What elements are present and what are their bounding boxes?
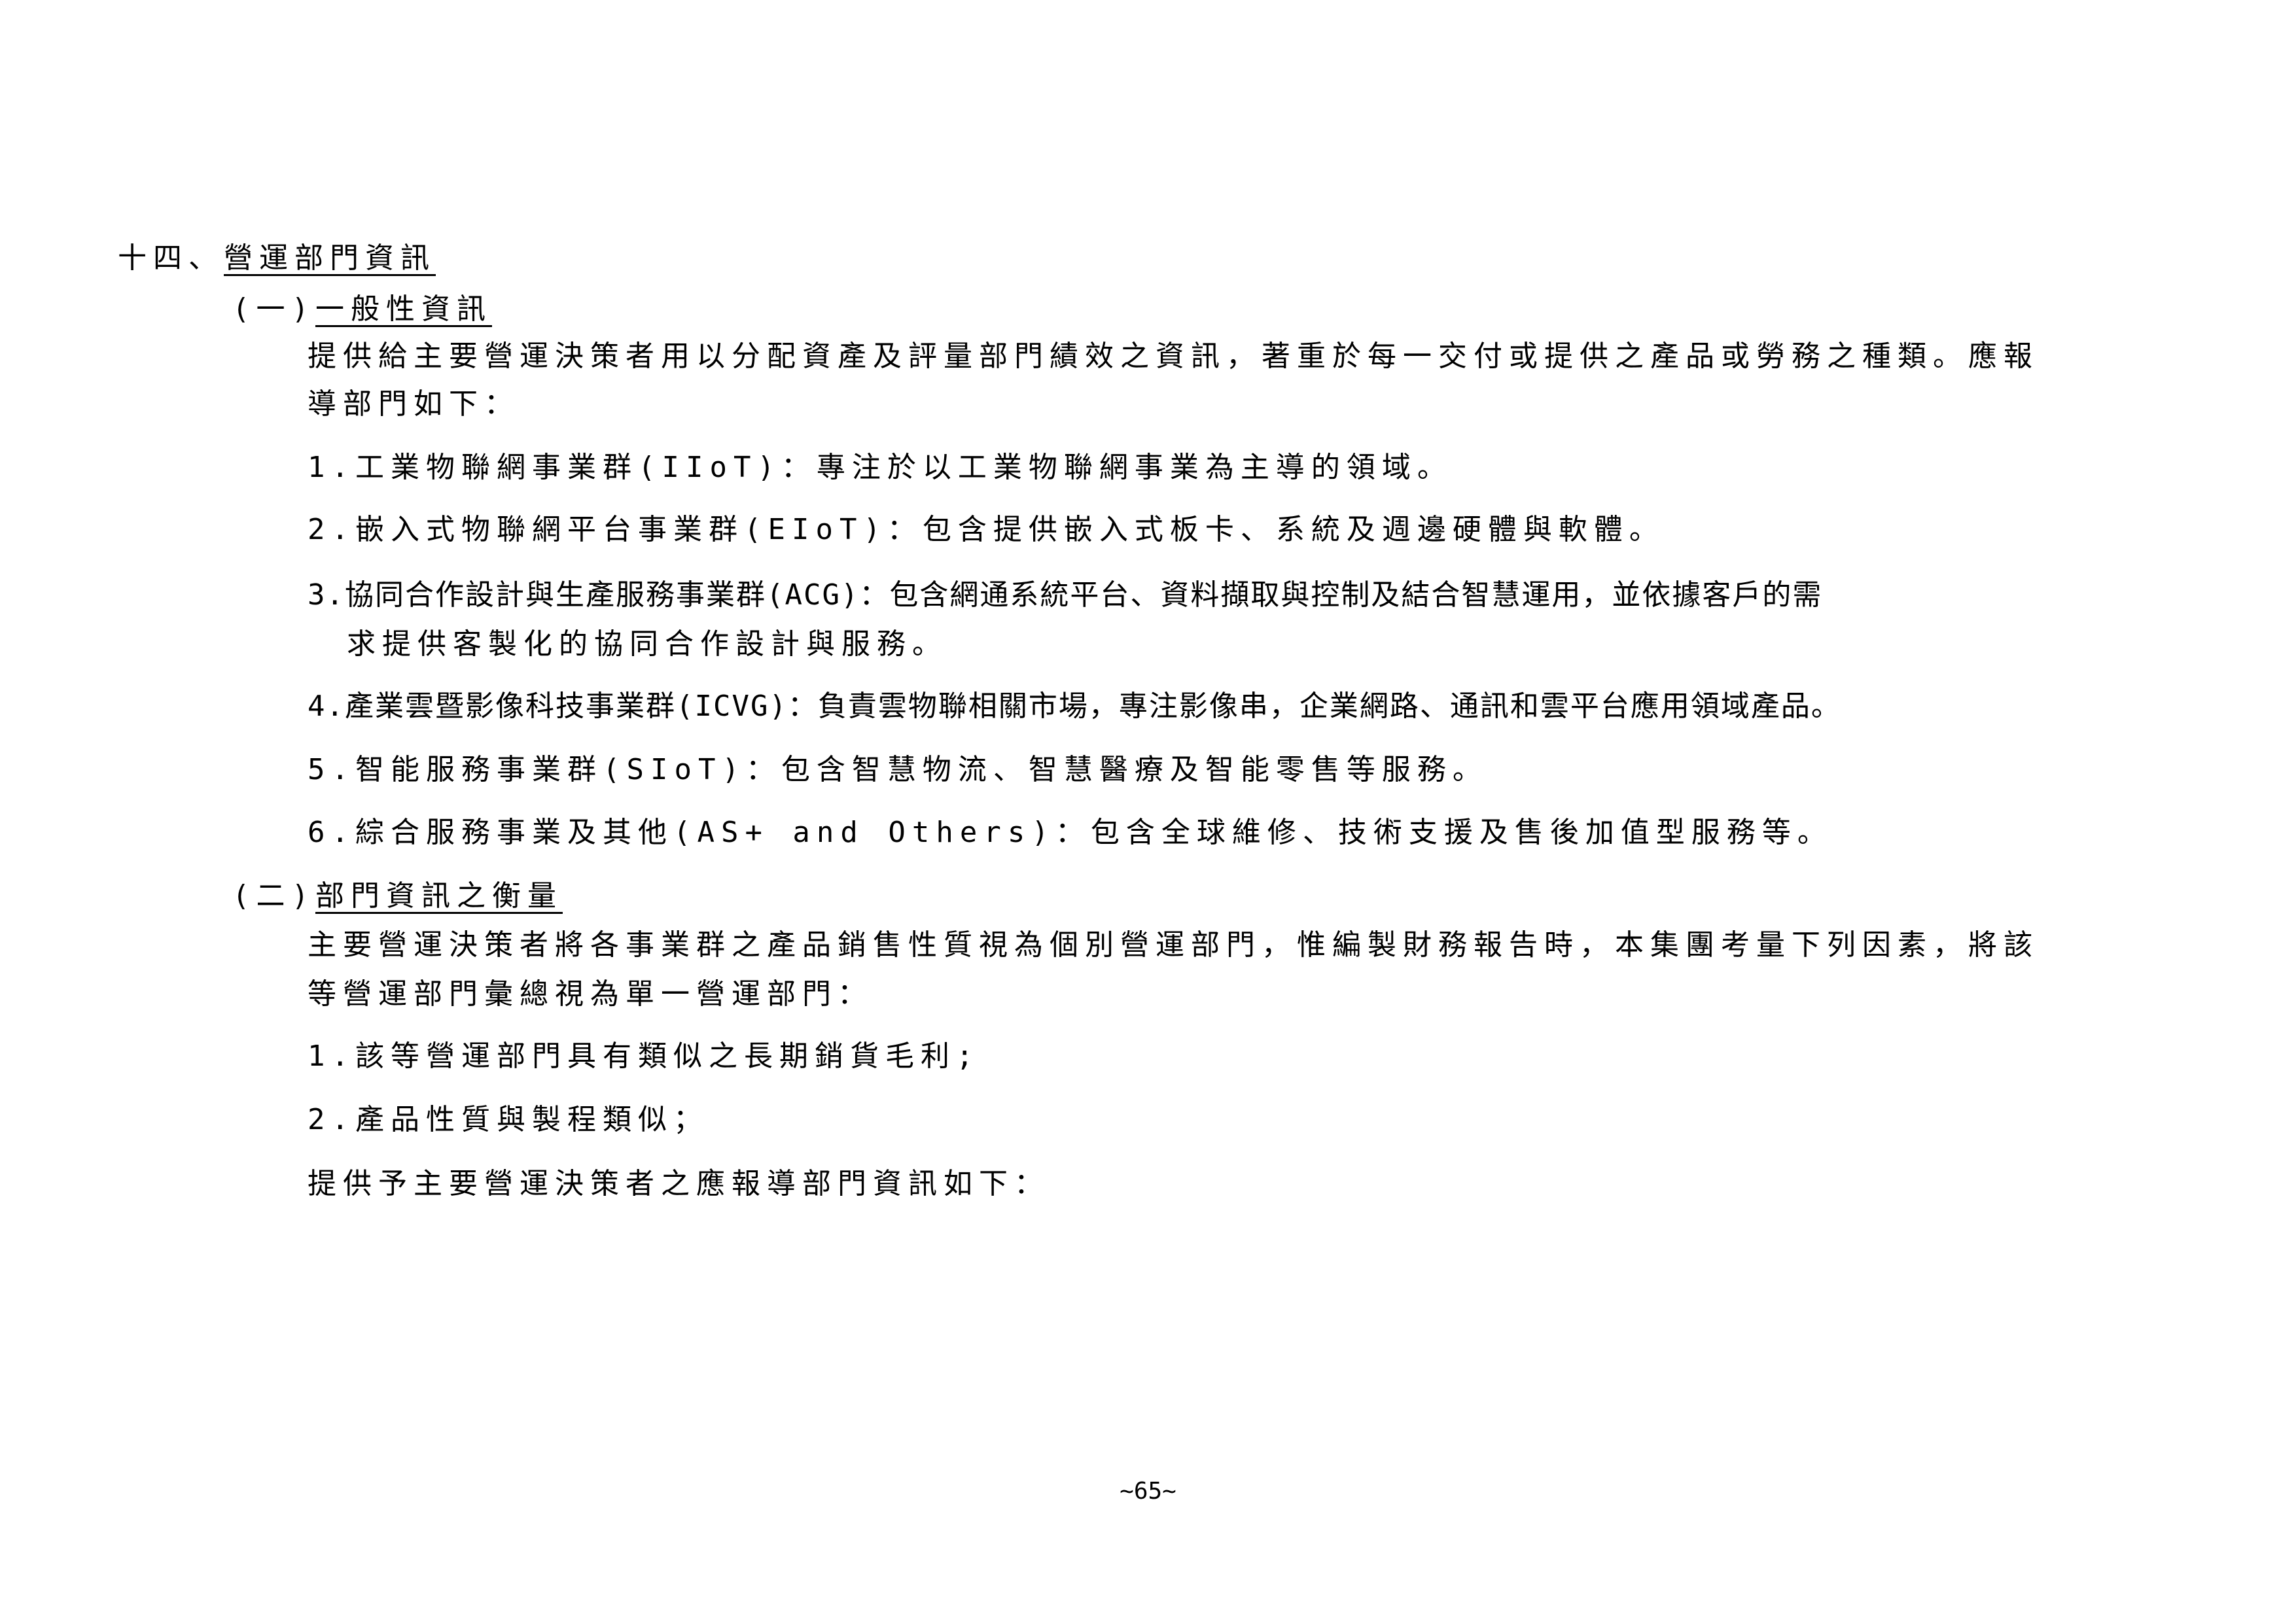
- subsection-1-item-3-continued: 求提供客製化的協同合作設計與服務。: [347, 627, 947, 661]
- subsection-2-intro-line-2: 等營運部門彙總視為單一營運部門：: [308, 977, 873, 1011]
- section-heading: 十四、營運部門資訊: [118, 239, 436, 278]
- subsection-1-item-4: 4.產業雲暨影像科技事業群(ICVG)：負責雲物聯相關市場，專注影像串，企業網路…: [308, 689, 1841, 723]
- subsection-1-heading: (一)一般性資訊: [232, 290, 492, 329]
- subsection-2-item-2: 2.產品性質與製程類似；: [308, 1103, 709, 1136]
- subsection-2-number: (二): [232, 879, 315, 913]
- subsection-1-intro-line-2: 導部門如下：: [308, 387, 520, 421]
- subsection-1-number: (一): [232, 292, 315, 326]
- subsection-2-closing: 提供予主要營運決策者之應報導部門資訊如下：: [308, 1167, 1050, 1200]
- subsection-2-intro-line-1: 主要營運決策者將各事業群之產品銷售性質視為個別營運部門，惟編製財務報告時，本集團…: [308, 928, 2039, 962]
- subsection-2-title: 部門資訊之衡量: [315, 879, 563, 913]
- section-number: 十四、: [118, 241, 224, 275]
- document-page: 十四、營運部門資訊 (一)一般性資訊 提供給主要營運決策者用以分配資產及評量部門…: [0, 0, 2296, 1623]
- section-title: 營運部門資訊: [224, 241, 436, 275]
- subsection-1-item-5: 5.智能服務事業群(SIoT)：包含智慧物流、智慧醫療及智能零售等服務。: [308, 753, 1488, 786]
- subsection-1-item-6: 6.綜合服務事業及其他(AS+ and Others)：包含全球維修、技術支援及…: [308, 816, 1833, 849]
- subsection-2-heading: (二)部門資訊之衡量: [232, 877, 563, 916]
- subsection-2-item-1: 1.該等營運部門具有類似之長期銷貨毛利;: [308, 1039, 980, 1073]
- subsection-1-item-3: 3.協同合作設計與生產服務事業群(ACG)：包含網通系統平台、資料擷取與控制及結…: [308, 578, 1823, 612]
- page-number: ~65~: [1120, 1478, 1176, 1505]
- subsection-1-title: 一般性資訊: [315, 292, 492, 326]
- subsection-1-item-1: 1.工業物聯網事業群(IIoT)：專注於以工業物聯網事業為主導的領域。: [308, 451, 1453, 484]
- subsection-1-intro-line-1: 提供給主要營運決策者用以分配資產及評量部門績效之資訊，著重於每一交付或提供之產品…: [308, 340, 2039, 373]
- subsection-1-item-2: 2.嵌入式物聯網平台事業群(EIoT)：包含提供嵌入式板卡、系統及週邊硬體與軟體…: [308, 513, 1665, 546]
